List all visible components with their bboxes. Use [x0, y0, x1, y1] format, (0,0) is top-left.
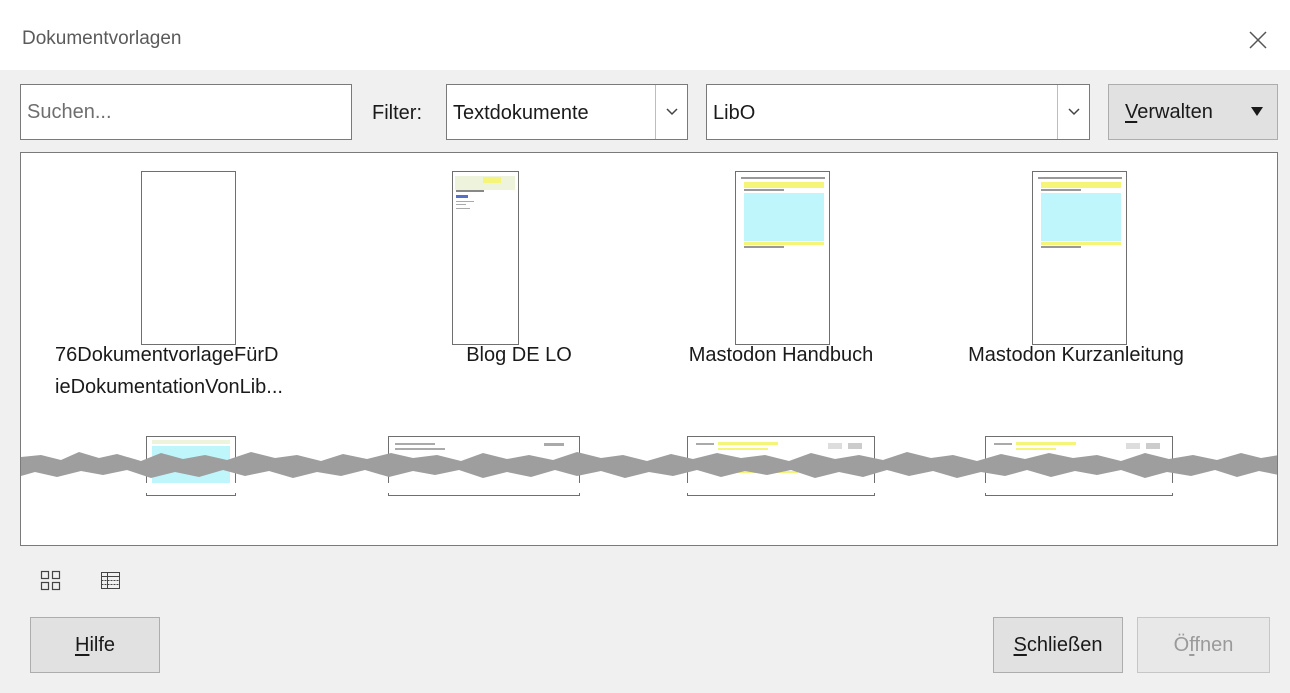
template-name: 76DokumentvorlageFürD ieDokumentationVon… — [55, 344, 283, 398]
close-icon[interactable] — [1240, 22, 1276, 58]
template-item[interactable]: 76DokumentvorlageFürD ieDokumentationVon… — [21, 153, 293, 423]
title-bar: Dokumentvorlagen — [0, 0, 1290, 70]
close-button[interactable]: Schließen — [993, 617, 1123, 673]
dialog-title: Dokumentvorlagen — [22, 28, 182, 49]
help-button[interactable]: Hilfe — [30, 617, 160, 673]
chevron-down-icon[interactable] — [655, 85, 687, 139]
help-button-label: Hilfe — [74, 633, 116, 656]
template-thumbnail — [452, 171, 519, 345]
template-item[interactable]: Mastodon Kurzanleitung — [940, 153, 1212, 423]
template-thumbnail — [735, 171, 830, 345]
open-button-label: Öffnen — [1173, 633, 1234, 656]
template-item[interactable]: Mastodon Handbuch — [645, 153, 917, 423]
open-button[interactable]: Öffnen — [1137, 617, 1270, 673]
template-name: Mastodon Handbuch — [688, 344, 874, 366]
category-select[interactable]: LibO — [706, 84, 1090, 140]
template-thumbnail — [141, 171, 236, 345]
template-name: Mastodon Kurzanleitung — [968, 344, 1184, 366]
close-button-label: Schließen — [1013, 633, 1103, 656]
manage-button[interactable]: Verwalten — [1108, 84, 1278, 140]
template-item[interactable]: Blog DE LO — [383, 153, 655, 423]
template-grid[interactable]: 76DokumentvorlageFürD ieDokumentationVon… — [20, 152, 1278, 546]
dropdown-caret-icon — [1251, 107, 1263, 116]
manage-button-label: Verwalten — [1125, 100, 1213, 123]
template-name: Blog DE LO — [466, 344, 572, 366]
torn-edge — [21, 452, 1277, 493]
category-select-value: LibO — [713, 102, 756, 124]
filter-select[interactable]: Textdokumente — [446, 84, 688, 140]
templates-dialog: Dokumentvorlagen Filter: Textdokumente L… — [0, 0, 1290, 693]
list-view-icon[interactable] — [100, 570, 122, 592]
search-input[interactable] — [20, 84, 352, 140]
chevron-down-icon[interactable] — [1057, 85, 1089, 139]
thumbnail-view-icon[interactable] — [40, 570, 62, 592]
template-thumbnail — [1032, 171, 1127, 345]
filter-select-value: Textdokumente — [453, 102, 589, 124]
filter-label: Filter: — [372, 102, 422, 124]
